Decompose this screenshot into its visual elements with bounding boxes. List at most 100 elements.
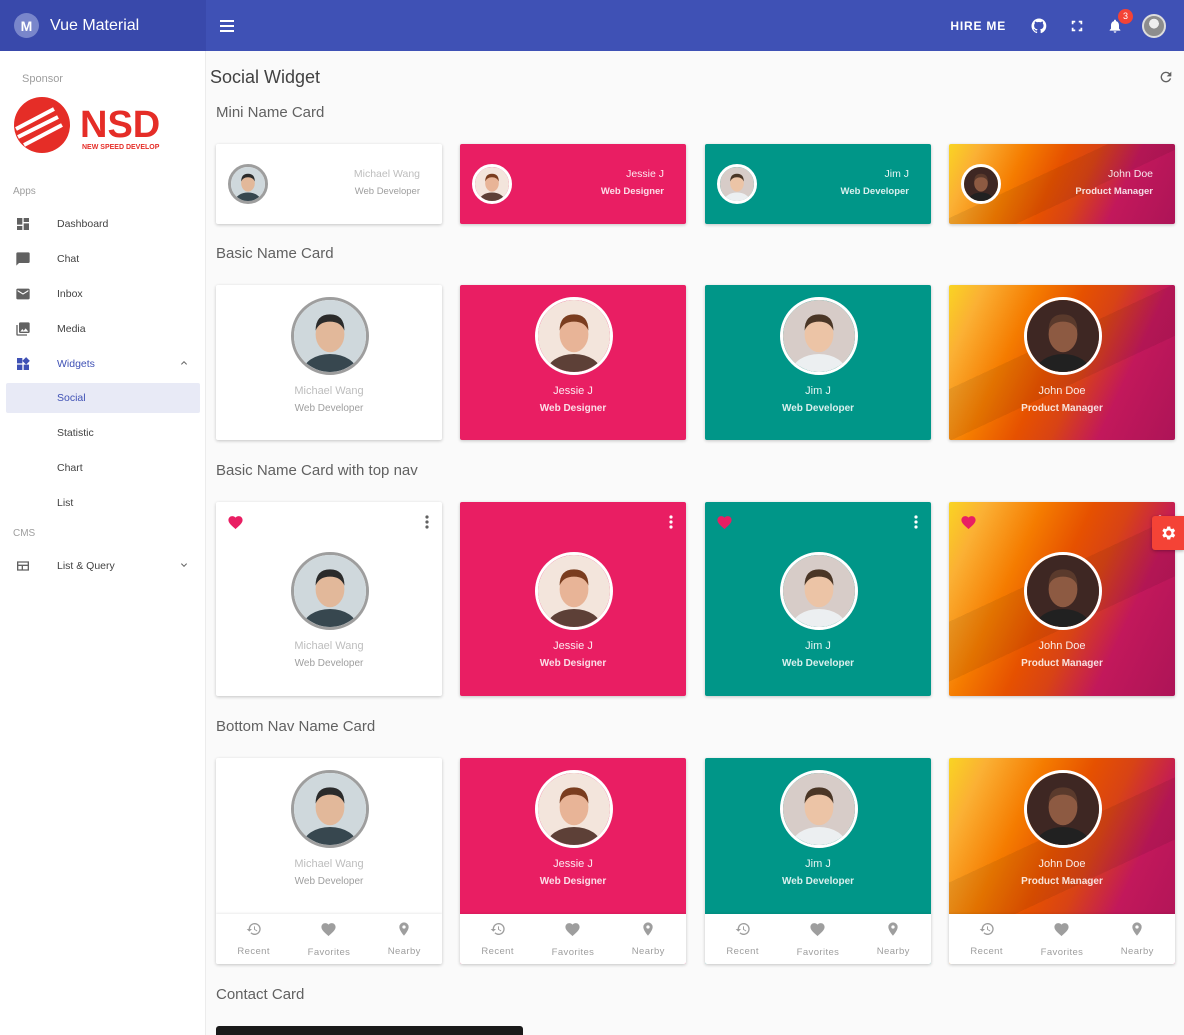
- person-role: Web Developer: [781, 876, 855, 887]
- history-icon: [735, 921, 751, 942]
- bottom-nav-recent[interactable]: Recent: [949, 914, 1024, 964]
- avatar: [472, 164, 512, 204]
- person-role: Web Developer: [781, 403, 855, 414]
- sidebar-item-list[interactable]: List: [6, 488, 200, 518]
- person-name: Jim J: [805, 385, 831, 397]
- avatar: [228, 164, 268, 204]
- person-name: Michael Wang: [294, 858, 364, 870]
- bottom-nav-favorites[interactable]: Favorites: [780, 914, 855, 964]
- heart-icon[interactable]: [716, 514, 733, 536]
- bottom-nav-recent[interactable]: Recent: [705, 914, 780, 964]
- person-role: Product Manager: [1021, 658, 1103, 669]
- sidebar-item-chat[interactable]: Chat: [6, 244, 200, 274]
- sidebar-item-list-query[interactable]: List & Query: [6, 551, 200, 581]
- heart-icon: [320, 921, 337, 943]
- bottomnav-name-card: Jessie J Web Designer Recent Favorites Nearb…: [460, 758, 686, 964]
- sidebar-item-label: Social: [57, 392, 86, 404]
- person-role: Web Designer: [539, 403, 607, 414]
- notifications-button[interactable]: 3: [1104, 8, 1133, 37]
- sidebar-item-label: Chat: [57, 253, 80, 265]
- bottom-nav-nearby[interactable]: Nearby: [367, 914, 442, 964]
- bottomnav-name-card: John Doe Product Manager Recent Favorites Ne…: [949, 758, 1175, 964]
- avatar: [1024, 770, 1102, 848]
- bottomnav-name-card: Jim J Web Developer Recent Favorites Nearby: [705, 758, 931, 964]
- person-role: Web Developer: [294, 658, 364, 669]
- person-role: Web Designer: [539, 658, 607, 669]
- sidebar-item-chart[interactable]: Chart: [6, 453, 200, 483]
- mail-icon: [14, 285, 32, 303]
- sidebar-item-label: Inbox: [57, 288, 83, 300]
- mini-name-card: Jessie J Web Designer: [460, 144, 686, 224]
- avatar: [1024, 552, 1102, 630]
- bottom-navigation: Recent Favorites Nearby: [949, 914, 1175, 964]
- cms-subheader: CMS: [13, 528, 36, 539]
- github-icon[interactable]: [1028, 15, 1050, 37]
- avatar: [780, 552, 858, 630]
- bottom-nav-label: Recent: [481, 946, 514, 957]
- history-icon: [490, 921, 506, 942]
- settings-button[interactable]: [1152, 516, 1184, 550]
- sidebar-item-label: Statistic: [57, 427, 94, 439]
- bottom-nav-favorites[interactable]: Favorites: [1024, 914, 1099, 964]
- sponsor-tagline: NEW SPEED DEVELOP: [82, 144, 160, 151]
- section-title-topnav: Basic Name Card with top nav: [216, 462, 418, 479]
- more-vert-icon[interactable]: [425, 515, 429, 534]
- bottom-nav-favorites[interactable]: Favorites: [535, 914, 610, 964]
- bottom-nav-recent[interactable]: Recent: [216, 914, 291, 964]
- bottom-nav-label: Nearby: [876, 946, 910, 957]
- bottom-nav-label: Favorites: [551, 946, 595, 958]
- dashboard-icon: [14, 215, 32, 233]
- heart-icon[interactable]: [227, 514, 244, 536]
- sidebar-item-dashboard[interactable]: Dashboard: [6, 209, 200, 239]
- sidebar-item-social[interactable]: Social: [6, 383, 200, 413]
- more-vert-icon[interactable]: [914, 515, 918, 534]
- bottom-nav-recent[interactable]: Recent: [460, 914, 535, 964]
- topnav-name-card: Michael Wang Web Developer: [216, 502, 442, 696]
- person-role: Product Manager: [1021, 403, 1103, 414]
- sidebar-item-media[interactable]: Media: [6, 314, 200, 344]
- mini-name-card: Jim J Web Developer: [705, 144, 931, 224]
- main-content: Social Widget Mini Name Card Michael Wan…: [206, 51, 1184, 1035]
- bottom-nav-nearby[interactable]: Nearby: [611, 914, 686, 964]
- topnav-name-card: John Doe Product Manager: [949, 502, 1175, 696]
- person-role: Web Designer: [539, 876, 607, 887]
- bottom-nav-nearby[interactable]: Nearby: [856, 914, 931, 964]
- topnav-name-card: Jessie J Web Designer: [460, 502, 686, 696]
- user-avatar[interactable]: [1142, 13, 1166, 38]
- hire-me-button[interactable]: HIRE ME: [950, 19, 1006, 33]
- contact-card: [216, 1026, 523, 1035]
- bottom-nav-favorites[interactable]: Favorites: [291, 914, 366, 964]
- bottom-nav-label: Nearby: [387, 946, 421, 957]
- basic-name-card: Jessie J Web Designer: [460, 285, 686, 440]
- sidebar-item-inbox[interactable]: Inbox: [6, 279, 200, 309]
- person-role: Web Developer: [840, 186, 909, 197]
- gear-icon: [1162, 526, 1176, 540]
- sidebar-item-widgets[interactable]: Widgets: [6, 349, 200, 379]
- bottom-navigation: Recent Favorites Nearby: [705, 914, 931, 964]
- person-role: Product Manager: [1021, 876, 1103, 887]
- refresh-icon[interactable]: [1158, 69, 1174, 85]
- person-role: Web Designer: [600, 186, 664, 197]
- location-pin-icon: [396, 921, 412, 942]
- history-icon: [979, 921, 995, 942]
- bottom-nav-label: Favorites: [307, 946, 351, 958]
- person-name: Jim J: [805, 640, 831, 652]
- person-role: Product Manager: [1075, 186, 1153, 197]
- fullscreen-icon[interactable]: [1066, 15, 1088, 37]
- more-vert-icon[interactable]: [669, 515, 673, 534]
- heart-icon[interactable]: [960, 514, 977, 536]
- bottom-nav-label: Favorites: [1040, 946, 1084, 958]
- avatar: [291, 552, 369, 630]
- basic-name-card: Michael Wang Web Developer: [216, 285, 442, 440]
- sidebar-item-label: Chart: [57, 462, 83, 474]
- heart-icon: [1053, 921, 1070, 943]
- bottom-nav-nearby[interactable]: Nearby: [1100, 914, 1175, 964]
- sidebar-item-statistic[interactable]: Statistic: [6, 418, 200, 448]
- app-bar: M Vue Material HIRE ME 3: [0, 0, 1184, 51]
- menu-icon[interactable]: [220, 16, 240, 36]
- heart-icon: [564, 921, 581, 943]
- sponsor-logo[interactable]: NSD NEW SPEED DEVELOP: [8, 95, 178, 157]
- bottom-nav-label: Favorites: [796, 946, 840, 958]
- person-role: Web Developer: [294, 403, 364, 414]
- sidebar-item-label: List & Query: [57, 560, 115, 572]
